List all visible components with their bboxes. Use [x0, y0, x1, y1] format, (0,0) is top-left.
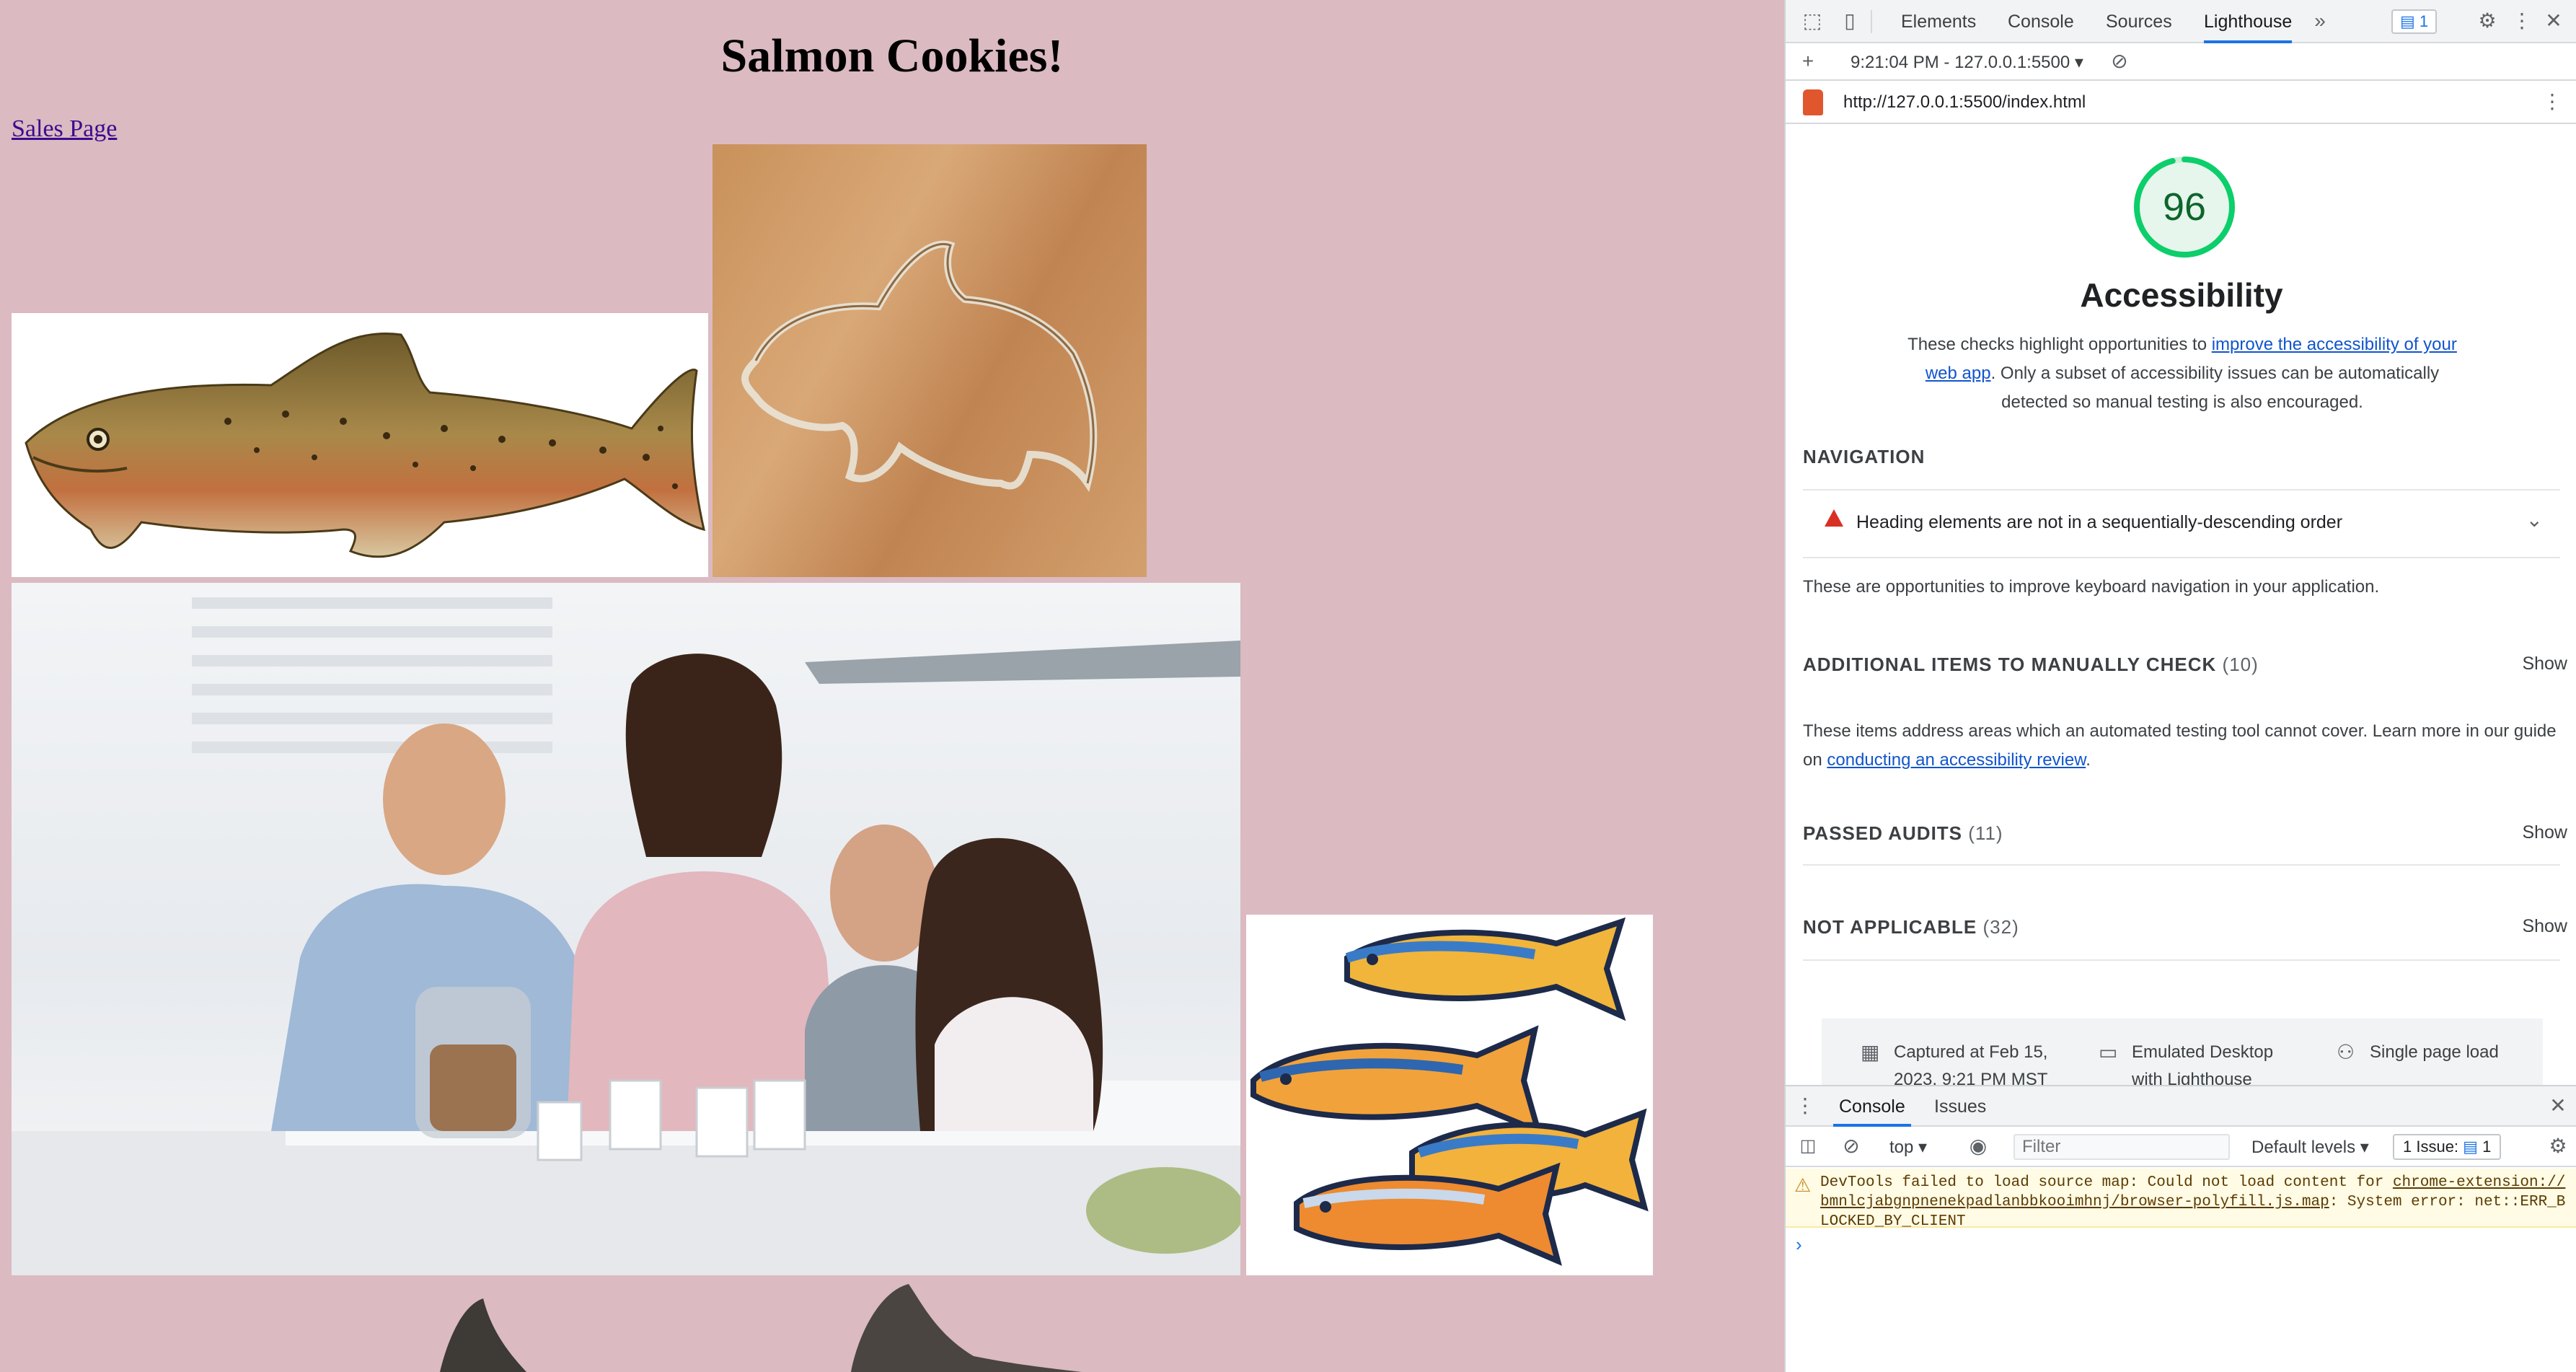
message-icon: ▤: [2400, 12, 2415, 30]
warning-triangle-icon: ⚠: [1794, 1174, 1812, 1196]
emulation-info: ▭ Emulated Desktop with Lighthouse: [2099, 1039, 2290, 1085]
issues-badge[interactable]: ▤ 1: [2391, 9, 2438, 34]
load-mode-info: ⚇ Single page load: [2337, 1039, 2543, 1066]
clear-reports-icon[interactable]: ⊘: [2107, 49, 2132, 74]
drawer-tab-console[interactable]: Console: [1833, 1086, 1911, 1127]
console-issues-button[interactable]: 1 Issue: ▤ 1: [2393, 1134, 2502, 1160]
context-selector-label: top: [1889, 1138, 1914, 1157]
fail-triangle-icon: [1825, 509, 1843, 527]
close-drawer-icon[interactable]: ✕: [2546, 1094, 2570, 1118]
tab-lighthouse[interactable]: Lighthouse: [2204, 0, 2293, 43]
accessibility-score: 96: [2162, 185, 2207, 229]
category-description-tail: . Only a subset of accessibility issues …: [1990, 364, 2440, 412]
manual-check-description-tail: .: [2086, 750, 2091, 770]
navigation-group-heading: NAVIGATION: [1803, 446, 1926, 467]
load-mode-text: Single page load: [2370, 1042, 2499, 1062]
drawer-tab-bar: ⋮ Console Issues ✕: [1786, 1086, 2576, 1127]
passed-audits-show-button[interactable]: Show: [2522, 822, 2567, 843]
tab-sources[interactable]: Sources: [2106, 0, 2172, 43]
emulation-text: Emulated Desktop with Lighthouse: [2132, 1042, 2274, 1085]
issues-badge-count: 1: [2419, 12, 2429, 30]
device-toolbar-icon[interactable]: ▯: [1838, 9, 1862, 33]
not-applicable-label: NOT APPLICABLE: [1803, 916, 1977, 938]
category-description: These checks highlight opportunities to …: [1894, 330, 2471, 417]
console-drawer: ⋮ Console Issues ✕ ◫ ⊘ top ▾ ◉ Default l…: [1786, 1085, 2576, 1372]
tab-console[interactable]: Console: [2008, 0, 2074, 43]
issues-count: 1: [2482, 1138, 2492, 1156]
chevron-down-icon: ⌄: [2526, 509, 2543, 531]
passed-audits-label: PASSED AUDITS: [1803, 822, 1963, 844]
passed-audits-count: (11): [1968, 822, 2003, 844]
console-warning-message: ⚠ DevTools failed to load source map: Co…: [1786, 1169, 2576, 1231]
not-applicable-count: (32): [1982, 916, 2019, 938]
console-prompt[interactable]: ›: [1796, 1234, 1802, 1256]
accessibility-review-link[interactable]: conducting an accessibility review: [1827, 750, 2086, 770]
lighthouse-logo-icon: [1803, 89, 1823, 115]
captured-at-text: Captured at Feb 15, 2023, 9:21 PM MST: [1894, 1042, 2048, 1085]
chevron-down-icon: ▾: [2074, 53, 2083, 72]
console-toolbar: ◫ ⊘ top ▾ ◉ Default levels ▾ 1 Issue: ▤ …: [1786, 1127, 2576, 1167]
load-mode-icon: ⚇: [2337, 1041, 2355, 1063]
context-selector[interactable]: top ▾: [1889, 1137, 1927, 1158]
page-title: Salmon Cookies!: [720, 30, 1064, 82]
report-footer: ▦ Captured at Feb 15, 2023, 9:21 PM MST …: [1822, 1019, 2543, 1085]
inspect-element-icon[interactable]: ⬚: [1800, 9, 1825, 33]
captured-at-info: ▦ Captured at Feb 15, 2023, 9:21 PM MST: [1861, 1039, 2052, 1085]
clear-console-icon[interactable]: ⊘: [1839, 1134, 1863, 1158]
divider: [1803, 557, 2560, 558]
report-selector[interactable]: 9:21:04 PM - 127.0.0.1:5500 ▾: [1851, 52, 2083, 73]
not-applicable-show-button[interactable]: Show: [2522, 916, 2567, 937]
devtools-tab-bar: ⬚ ▯ Elements Console Sources Lighthouse …: [1786, 0, 2576, 43]
log-levels-label: Default levels: [2251, 1138, 2356, 1157]
audit-heading-order[interactable]: Heading elements are not in a sequential…: [1803, 491, 2560, 555]
lighthouse-report-content[interactable]: 96 Accessibility These checks highlight …: [1786, 124, 2576, 1085]
salmon-illustration-image: [12, 313, 708, 577]
log-levels-dropdown[interactable]: Default levels ▾: [2251, 1137, 2369, 1158]
drawer-menu-icon[interactable]: ⋮: [1793, 1094, 1817, 1118]
manual-check-group-heading[interactable]: ADDITIONAL ITEMS TO MANUALLY CHECK (10): [1803, 654, 2560, 676]
category-title: Accessibility: [2080, 276, 2283, 314]
new-report-plus-icon[interactable]: +: [1796, 49, 1820, 74]
passed-audits-group-heading[interactable]: PASSED AUDITS (11): [1803, 822, 2560, 845]
issues-label: 1 Issue:: [2403, 1138, 2459, 1156]
message-icon: ▤: [2463, 1138, 2478, 1156]
close-devtools-icon[interactable]: ✕: [2541, 9, 2566, 33]
drawer-tab-issues[interactable]: Issues: [1934, 1086, 1986, 1127]
report-menu-icon[interactable]: ⋮: [2540, 89, 2564, 114]
calendar-icon: ▦: [1861, 1041, 1880, 1063]
manual-check-heading-label: ADDITIONAL ITEMS TO MANUALLY CHECK: [1803, 654, 2217, 675]
family-kitchen-photo: [12, 583, 1240, 1275]
devtools-panel: ⬚ ▯ Elements Console Sources Lighthouse …: [1784, 0, 2576, 1372]
category-description-text: These checks highlight opportunities to: [1907, 335, 2212, 354]
more-options-icon[interactable]: ⋮: [2510, 9, 2534, 33]
manual-check-show-button[interactable]: Show: [2522, 654, 2567, 674]
desktop-device-icon: ▭: [2099, 1041, 2118, 1063]
web-page: Salmon Cookies! Sales Page: [0, 0, 1784, 1372]
live-expression-eye-icon[interactable]: ◉: [1966, 1134, 1990, 1158]
lighthouse-url-bar: http://127.0.0.1:5500/index.html ⋮: [1786, 81, 2576, 124]
warning-text: DevTools failed to load source map: Coul…: [1820, 1173, 2570, 1231]
divider: [1803, 864, 2560, 866]
console-filter-input[interactable]: [2013, 1134, 2230, 1160]
salmon-cookies-image: [1246, 915, 1653, 1275]
warning-text-start: DevTools failed to load source map: Coul…: [1820, 1174, 2393, 1191]
sidebar-toggle-icon[interactable]: ◫: [1796, 1134, 1820, 1158]
audit-title: Heading elements are not in a sequential…: [1856, 512, 2343, 532]
not-applicable-group-heading[interactable]: NOT APPLICABLE (32): [1803, 916, 2560, 938]
more-tabs-icon[interactable]: »: [2308, 9, 2332, 33]
navigation-description: These are opportunities to improve keybo…: [1803, 577, 2380, 597]
manual-check-description: These items address areas which an autom…: [1803, 717, 2567, 775]
tab-elements[interactable]: Elements: [1901, 0, 1976, 43]
lighthouse-report-bar: + 9:21:04 PM - 127.0.0.1:5500 ▾ ⊘: [1786, 43, 2576, 81]
partial-fish-image: [361, 1277, 1226, 1372]
report-selector-label: 9:21:04 PM - 127.0.0.1:5500: [1851, 53, 2070, 72]
salmon-cookie-cutter-image: [713, 144, 1147, 577]
settings-gear-icon[interactable]: ⚙: [2475, 9, 2500, 33]
console-settings-gear-icon[interactable]: ⚙: [2546, 1134, 2570, 1158]
divider: [1803, 959, 2560, 961]
sales-page-link[interactable]: Sales Page: [12, 115, 117, 143]
manual-check-count: (10): [2222, 654, 2259, 675]
audited-url: http://127.0.0.1:5500/index.html: [1843, 92, 2086, 112]
